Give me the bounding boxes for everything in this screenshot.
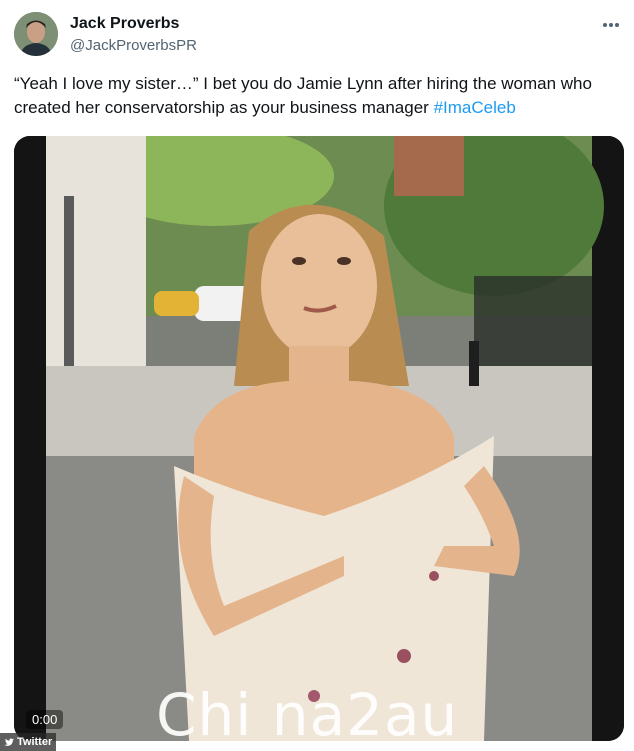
bird-icon (4, 738, 14, 746)
more-options-button[interactable] (598, 12, 624, 38)
source-label: Twitter (17, 736, 53, 748)
author-name[interactable]: Jack Proverbs (70, 15, 179, 33)
avatar[interactable] (14, 12, 58, 56)
author-handle[interactable]: @JackProverbsPR (70, 37, 197, 54)
more-options-icon (603, 23, 619, 27)
hashtag-link[interactable]: #ImaCeleb (434, 98, 516, 117)
source-badge: Twitter (0, 733, 57, 751)
video-timestamp: 0:00 (26, 710, 64, 729)
tweet-text: “Yeah I love my sister…” I bet you do Ja… (14, 72, 618, 120)
video-player[interactable]: 0:00 Chi na2au (14, 136, 624, 741)
watermark: Chi na2au (156, 681, 459, 741)
video-frame (14, 136, 624, 741)
